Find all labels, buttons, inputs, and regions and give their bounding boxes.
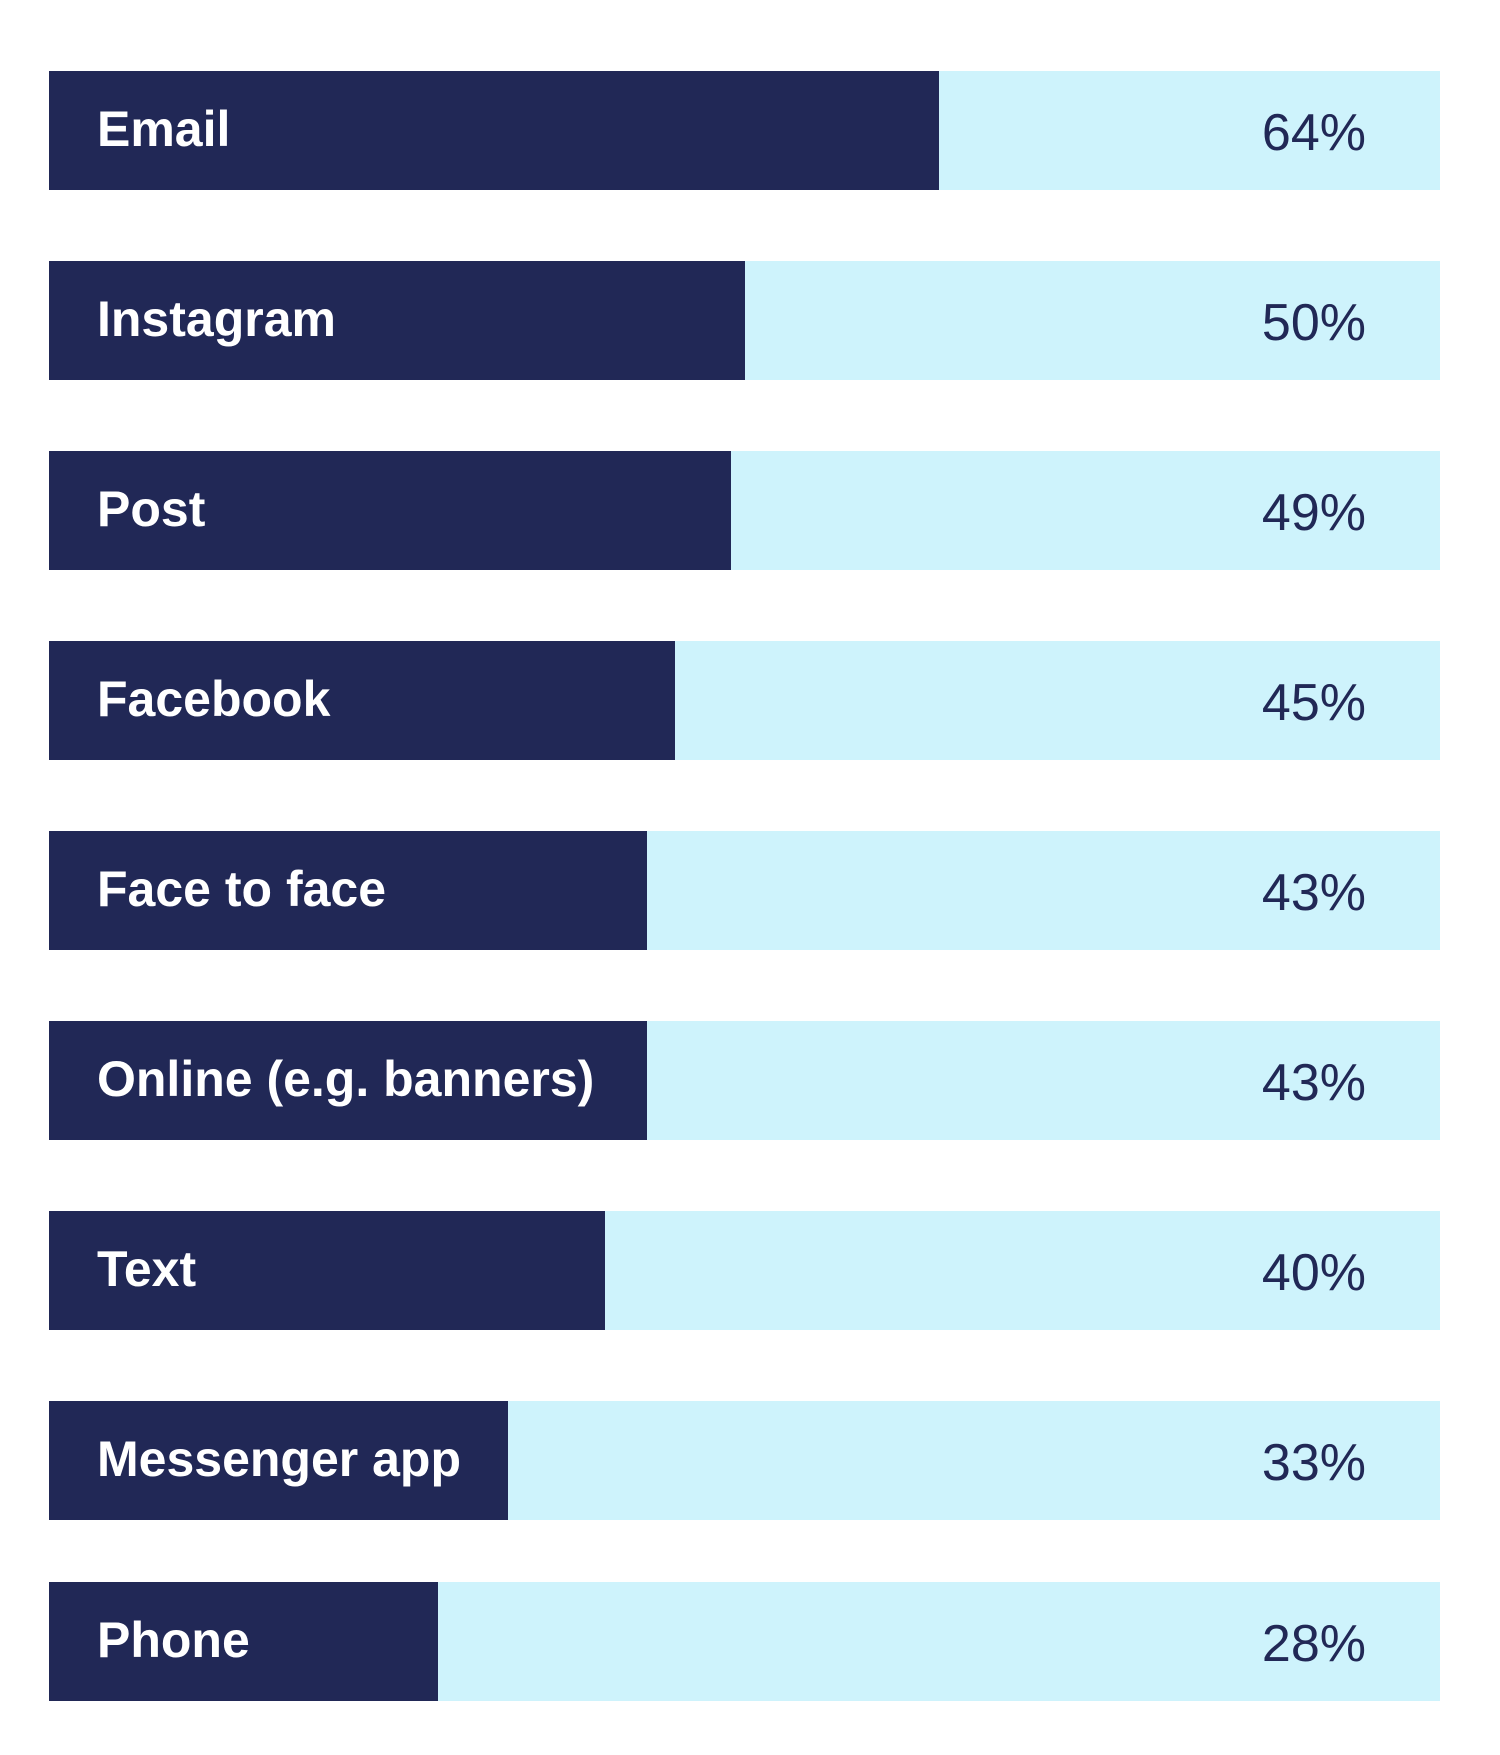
bar-row: Online (e.g. banners) 43% bbox=[49, 1021, 1440, 1140]
horizontal-bar-chart: Email 64% Instagram 50% Post 49% Facebook 45% Fa… bbox=[0, 0, 1500, 1755]
bar-row: Phone 28% bbox=[49, 1582, 1440, 1701]
bar-row: Text 40% bbox=[49, 1211, 1440, 1330]
value-label: 49% bbox=[1261, 483, 1366, 542]
value-label: 43% bbox=[1261, 863, 1366, 922]
bar-row: Messenger app 33% bbox=[49, 1401, 1440, 1520]
category-label: Text bbox=[97, 1240, 197, 1297]
category-label: Instagram bbox=[97, 290, 336, 347]
bar-row: Email 64% bbox=[49, 71, 1440, 190]
value-label: 43% bbox=[1261, 1053, 1366, 1112]
category-label: Online (e.g. banners) bbox=[97, 1050, 595, 1107]
value-label: 33% bbox=[1261, 1433, 1366, 1492]
category-label: Email bbox=[97, 100, 231, 157]
value-label: 45% bbox=[1261, 673, 1366, 732]
bar-row: Facebook 45% bbox=[49, 641, 1440, 760]
value-label: 40% bbox=[1261, 1243, 1366, 1302]
bar-row: Post 49% bbox=[49, 451, 1440, 570]
category-label: Messenger app bbox=[97, 1430, 462, 1487]
category-label: Post bbox=[97, 480, 206, 537]
category-label: Facebook bbox=[97, 670, 331, 727]
bar-row: Instagram 50% bbox=[49, 261, 1440, 380]
value-label: 64% bbox=[1261, 103, 1366, 162]
value-label: 50% bbox=[1261, 293, 1366, 352]
category-label: Face to face bbox=[97, 860, 387, 917]
value-label: 28% bbox=[1261, 1614, 1366, 1673]
category-label: Phone bbox=[97, 1611, 250, 1668]
bar-row: Face to face 43% bbox=[49, 831, 1440, 950]
